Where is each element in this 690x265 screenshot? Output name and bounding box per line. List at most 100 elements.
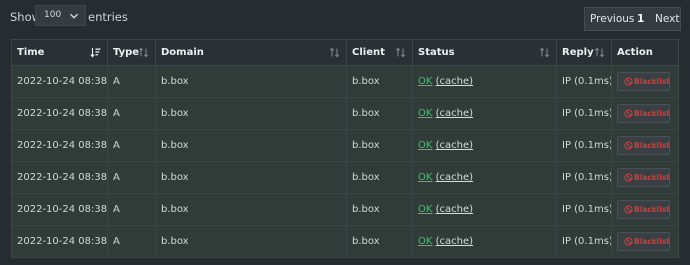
status-detail-link[interactable]: (cache) bbox=[436, 236, 473, 247]
column-header-action: Action bbox=[611, 39, 679, 66]
blacklist-button[interactable]: Blacklist bbox=[617, 232, 670, 251]
column-label-domain: Domain bbox=[161, 47, 204, 58]
column-header-reply[interactable]: Reply bbox=[556, 39, 612, 66]
ban-icon bbox=[624, 205, 633, 214]
cell-status: OK (cache) bbox=[412, 193, 557, 226]
cell-type: A bbox=[107, 225, 156, 258]
cell-action: Blacklist bbox=[611, 193, 679, 226]
ban-icon bbox=[624, 77, 633, 86]
ban-icon bbox=[624, 173, 633, 182]
status-detail-link[interactable]: (cache) bbox=[436, 76, 473, 87]
ban-icon bbox=[624, 237, 633, 246]
cell-reply: IP (0.1ms) bbox=[556, 225, 612, 258]
sort-arrows-icon bbox=[539, 47, 550, 58]
cell-time: 2022-10-24 08:38:52 bbox=[11, 97, 108, 130]
status-ok-link[interactable]: OK bbox=[418, 172, 432, 183]
cell-type: A bbox=[107, 97, 156, 130]
cell-status: OK (cache) bbox=[412, 65, 557, 98]
table-header-row: Time Type Domain Client Status Reply Act… bbox=[11, 39, 679, 66]
entries-per-page-select[interactable]: 100 bbox=[35, 5, 86, 26]
cell-time: 2022-10-24 08:38:50 bbox=[11, 129, 108, 162]
table-row: 2022-10-24 08:38:42Ab.boxb.boxOK (cache)… bbox=[11, 225, 679, 258]
next-page-button[interactable]: Next bbox=[655, 13, 679, 25]
entries-label: entries bbox=[88, 10, 128, 24]
cell-action: Blacklist bbox=[611, 225, 679, 258]
cell-client: b.box bbox=[346, 161, 413, 194]
cell-status: OK (cache) bbox=[412, 129, 557, 162]
cell-domain: b.box bbox=[155, 161, 347, 194]
cell-domain: b.box bbox=[155, 65, 347, 98]
cell-domain: b.box bbox=[155, 225, 347, 258]
sort-arrows-icon bbox=[594, 47, 605, 58]
column-label-time: Time bbox=[17, 47, 45, 58]
status-detail-link[interactable]: (cache) bbox=[436, 108, 473, 119]
blacklist-button[interactable]: Blacklist bbox=[617, 136, 670, 155]
column-label-client: Client bbox=[352, 47, 385, 58]
cell-action: Blacklist bbox=[611, 161, 679, 194]
blacklist-label: Blacklist bbox=[634, 205, 670, 214]
blacklist-button[interactable]: Blacklist bbox=[617, 168, 670, 187]
blacklist-label: Blacklist bbox=[634, 77, 670, 86]
cell-client: b.box bbox=[346, 129, 413, 162]
cell-time: 2022-10-24 08:38:52 bbox=[11, 65, 108, 98]
table-controls: Show 100 entries Previous 1 Next bbox=[0, 0, 690, 40]
column-label-type: Type bbox=[113, 47, 140, 58]
status-detail-link[interactable]: (cache) bbox=[436, 140, 473, 151]
blacklist-label: Blacklist bbox=[634, 109, 670, 118]
cell-type: A bbox=[107, 129, 156, 162]
cell-domain: b.box bbox=[155, 129, 347, 162]
table-row: 2022-10-24 08:38:50Ab.boxb.boxOK (cache)… bbox=[11, 129, 679, 162]
column-header-time[interactable]: Time bbox=[11, 39, 108, 66]
cell-type: A bbox=[107, 193, 156, 226]
query-log-table: Time Type Domain Client Status Reply Act… bbox=[11, 39, 679, 258]
cell-action: Blacklist bbox=[611, 97, 679, 130]
blacklist-button[interactable]: Blacklist bbox=[617, 200, 670, 219]
sort-arrows-icon bbox=[395, 47, 406, 58]
column-header-status[interactable]: Status bbox=[412, 39, 557, 66]
cell-type: A bbox=[107, 65, 156, 98]
entries-per-page-value: 100 bbox=[44, 10, 62, 20]
cell-domain: b.box bbox=[155, 97, 347, 130]
cell-reply: IP (0.1ms) bbox=[556, 161, 612, 194]
table-row: 2022-10-24 08:38:46Ab.boxb.boxOK (cache)… bbox=[11, 193, 679, 226]
sort-arrows-icon bbox=[329, 47, 340, 58]
sort-amount-down-icon bbox=[90, 48, 101, 58]
status-ok-link[interactable]: OK bbox=[418, 204, 432, 215]
table-row: 2022-10-24 08:38:52Ab.boxb.boxOK (cache)… bbox=[11, 65, 679, 98]
cell-client: b.box bbox=[346, 225, 413, 258]
blacklist-label: Blacklist bbox=[634, 237, 670, 246]
cell-client: b.box bbox=[346, 65, 413, 98]
column-label-action: Action bbox=[617, 47, 653, 58]
sort-arrows-icon bbox=[138, 47, 149, 58]
current-page-button[interactable]: 1 bbox=[637, 13, 644, 25]
cell-client: b.box bbox=[346, 193, 413, 226]
column-label-status: Status bbox=[418, 47, 455, 58]
blacklist-button[interactable]: Blacklist bbox=[617, 104, 670, 123]
status-detail-link[interactable]: (cache) bbox=[436, 204, 473, 215]
cell-action: Blacklist bbox=[611, 129, 679, 162]
status-ok-link[interactable]: OK bbox=[418, 76, 432, 87]
status-detail-link[interactable]: (cache) bbox=[436, 172, 473, 183]
column-header-domain[interactable]: Domain bbox=[155, 39, 347, 66]
cell-reply: IP (0.1ms) bbox=[556, 129, 612, 162]
blacklist-button[interactable]: Blacklist bbox=[617, 72, 670, 91]
ban-icon bbox=[624, 141, 633, 150]
ban-icon bbox=[624, 109, 633, 118]
status-ok-link[interactable]: OK bbox=[418, 108, 432, 119]
status-ok-link[interactable]: OK bbox=[418, 140, 432, 151]
chevron-down-icon bbox=[70, 13, 78, 19]
blacklist-label: Blacklist bbox=[634, 141, 670, 150]
cell-action: Blacklist bbox=[611, 65, 679, 98]
cell-client: b.box bbox=[346, 97, 413, 130]
status-ok-link[interactable]: OK bbox=[418, 236, 432, 247]
table-row: 2022-10-24 08:38:52Ab.boxb.box OK (cache)… bbox=[11, 97, 679, 130]
column-header-type[interactable]: Type bbox=[107, 39, 156, 66]
previous-page-button[interactable]: Previous bbox=[590, 13, 634, 25]
cell-domain: b.box bbox=[155, 193, 347, 226]
cell-type: A bbox=[107, 161, 156, 194]
column-header-client[interactable]: Client bbox=[346, 39, 413, 66]
cell-reply: IP (0.1ms) bbox=[556, 65, 612, 98]
blacklist-label: Blacklist bbox=[634, 173, 670, 182]
cell-time: 2022-10-24 08:38:46 bbox=[11, 161, 108, 194]
cell-time: 2022-10-24 08:38:46 bbox=[11, 193, 108, 226]
